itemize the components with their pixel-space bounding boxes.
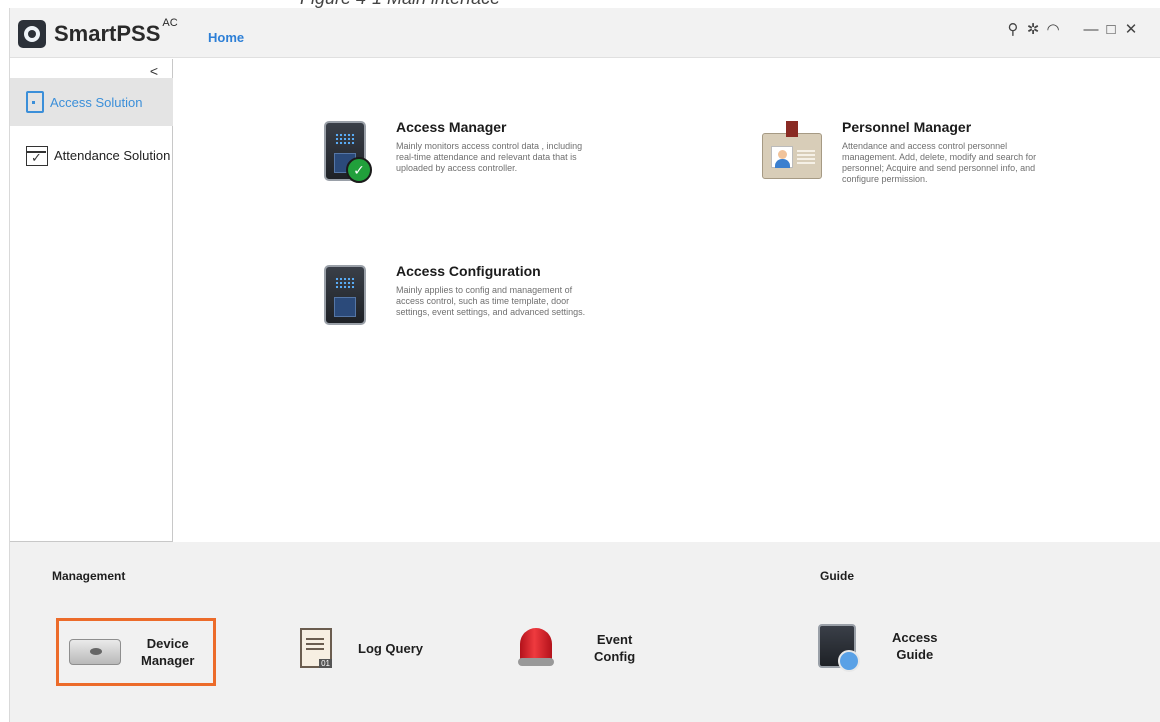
access-guide-icon	[818, 624, 860, 672]
card-description: Mainly monitors access control data , in…	[396, 141, 583, 173]
access-guide-button[interactable]: Access Guide	[818, 624, 938, 672]
sidebar-item-label: Attendance Solution	[54, 147, 171, 163]
id-badge-icon	[762, 119, 822, 185]
calendar-check-icon	[26, 146, 48, 166]
card-title: Access Configuration	[396, 263, 541, 279]
personnel-manager-card[interactable]: Personnel Manager Attendance and access …	[762, 119, 1047, 185]
app-window: SmartPSS AC Home ⚲ ✲ ◠ — □ ✕ < Access Sol…	[9, 8, 1160, 722]
alarm-light-icon	[518, 628, 554, 668]
card-title: Personnel Manager	[842, 119, 972, 135]
app-logo-icon	[18, 20, 46, 48]
hard-drive-icon	[69, 639, 121, 665]
access-device-check-icon: ✓	[316, 119, 376, 185]
sidebar-item-attendance-solution[interactable]: Attendance Solution	[10, 131, 173, 179]
figure-caption: Figure 4-1 Main interface	[0, 0, 1160, 8]
card-description: Mainly applies to config and management …	[396, 285, 586, 317]
window-controls: ⚲ ✲ ◠ — □ ✕	[1003, 20, 1141, 39]
tab-home[interactable]: Home	[208, 30, 244, 45]
event-config-button[interactable]: Event Config	[518, 628, 635, 668]
maximize-icon[interactable]: □	[1101, 21, 1121, 38]
sidebar-item-access-solution[interactable]: Access Solution	[10, 78, 173, 126]
card-description: Attendance and access control personnel …	[842, 141, 1037, 184]
gear-icon[interactable]: ✲	[1023, 20, 1043, 38]
minimize-icon[interactable]: —	[1081, 21, 1101, 38]
log-query-button[interactable]: Log Query	[300, 628, 423, 668]
main-content: ✓ Access Manager Mainly monitors access …	[174, 59, 1160, 542]
log-notepad-icon	[300, 628, 333, 668]
close-icon[interactable]: ✕	[1121, 20, 1141, 38]
sidebar: < Access Solution Attendance Solution	[10, 59, 173, 542]
access-manager-card[interactable]: ✓ Access Manager Mainly monitors access …	[316, 119, 601, 185]
collapse-sidebar-icon[interactable]: <	[150, 63, 158, 79]
guide-label: Guide	[820, 569, 855, 583]
user-icon[interactable]: ⚲	[1003, 20, 1023, 38]
app-title: SmartPSS AC	[54, 17, 178, 46]
card-title: Access Manager	[396, 119, 507, 135]
door-icon	[26, 91, 44, 113]
speed-icon[interactable]: ◠	[1043, 20, 1063, 38]
access-device-icon	[316, 263, 376, 329]
bottom-panel: Management Guide DeviceManager Log Query…	[10, 542, 1160, 722]
management-label: Management	[52, 569, 126, 583]
device-manager-button[interactable]: Device Manager	[56, 618, 216, 686]
access-configuration-card[interactable]: Access Configuration Mainly applies to c…	[316, 263, 601, 329]
sidebar-item-label: Access Solution	[50, 94, 143, 110]
title-bar: SmartPSS AC Home ⚲ ✲ ◠ — □ ✕	[10, 8, 1160, 58]
